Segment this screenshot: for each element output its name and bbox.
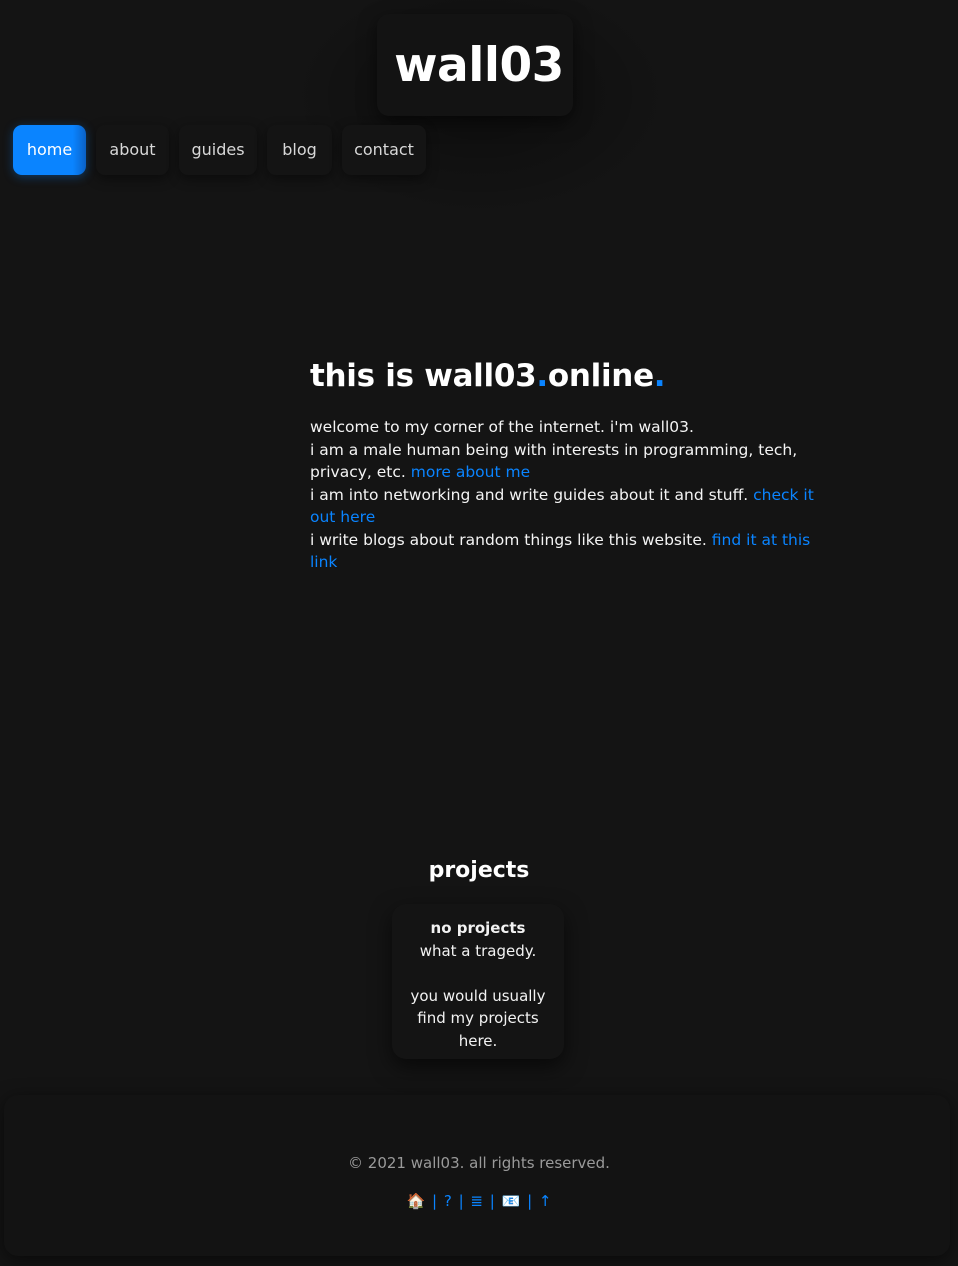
project-card-line-2: you would usually find my projects here. <box>410 986 546 1050</box>
intro-line-4-text: i write blogs about random things like t… <box>310 530 707 549</box>
intro-line-3: i am into networking and write guides ab… <box>310 484 830 529</box>
more-about-me-link[interactable]: more about me <box>411 463 530 481</box>
intro-line-1: welcome to my corner of the internet. i'… <box>310 418 694 436</box>
projects-heading: projects <box>428 858 530 883</box>
footer-separator: | <box>458 1192 464 1210</box>
nav-contact[interactable]: contact <box>342 125 426 175</box>
footer-separator: | <box>527 1192 533 1210</box>
intro-title-part2: online <box>547 358 654 394</box>
arrow-up-icon[interactable]: ↑ <box>539 1192 552 1210</box>
intro-title-dot1: . <box>536 358 548 394</box>
footer-links: 🏠 | ? | ≣ | 📧 | ↑ <box>4 1191 954 1211</box>
nav-blog[interactable]: blog <box>267 125 332 175</box>
site-title[interactable]: wall03 <box>377 38 581 94</box>
intro-section: this is wall03.online. welcome to my cor… <box>310 352 830 574</box>
nav-home[interactable]: home <box>13 125 86 175</box>
page: wall03 home about guides blog contact th… <box>0 0 958 1266</box>
intro-heading: this is wall03.online. <box>310 352 830 400</box>
footer: © 2021 wall03. all rights reserved. 🏠 | … <box>4 1095 950 1256</box>
project-card-spacer <box>392 962 564 985</box>
footer-separator: | <box>431 1192 438 1210</box>
intro-line-2-text: i am a male human being with interests i… <box>310 440 798 482</box>
copyright-text: © 2021 wall03. all rights reserved. <box>348 1154 610 1172</box>
nav-about[interactable]: about <box>96 125 169 175</box>
intro-line-3-text: i am into networking and write guides ab… <box>310 485 749 504</box>
project-card-title: no projects <box>430 919 526 937</box>
guides-icon[interactable]: ≣ <box>470 1192 483 1210</box>
intro-line-2: i am a male human being with interests i… <box>310 439 830 484</box>
about-icon[interactable]: ? <box>444 1192 452 1210</box>
intro-title-dot2: . <box>653 358 666 394</box>
nav-guides[interactable]: guides <box>179 125 257 175</box>
intro-title-part1: this is wall03 <box>310 358 537 394</box>
footer-separator: | <box>489 1192 495 1210</box>
home-icon[interactable]: 🏠 <box>407 1192 426 1210</box>
project-card: no projects what a tragedy. you would us… <box>392 904 564 1059</box>
mail-icon[interactable]: 📧 <box>502 1192 521 1210</box>
project-card-line-1: what a tragedy. <box>419 941 537 960</box>
intro-line-4: i write blogs about random things like t… <box>310 529 830 574</box>
